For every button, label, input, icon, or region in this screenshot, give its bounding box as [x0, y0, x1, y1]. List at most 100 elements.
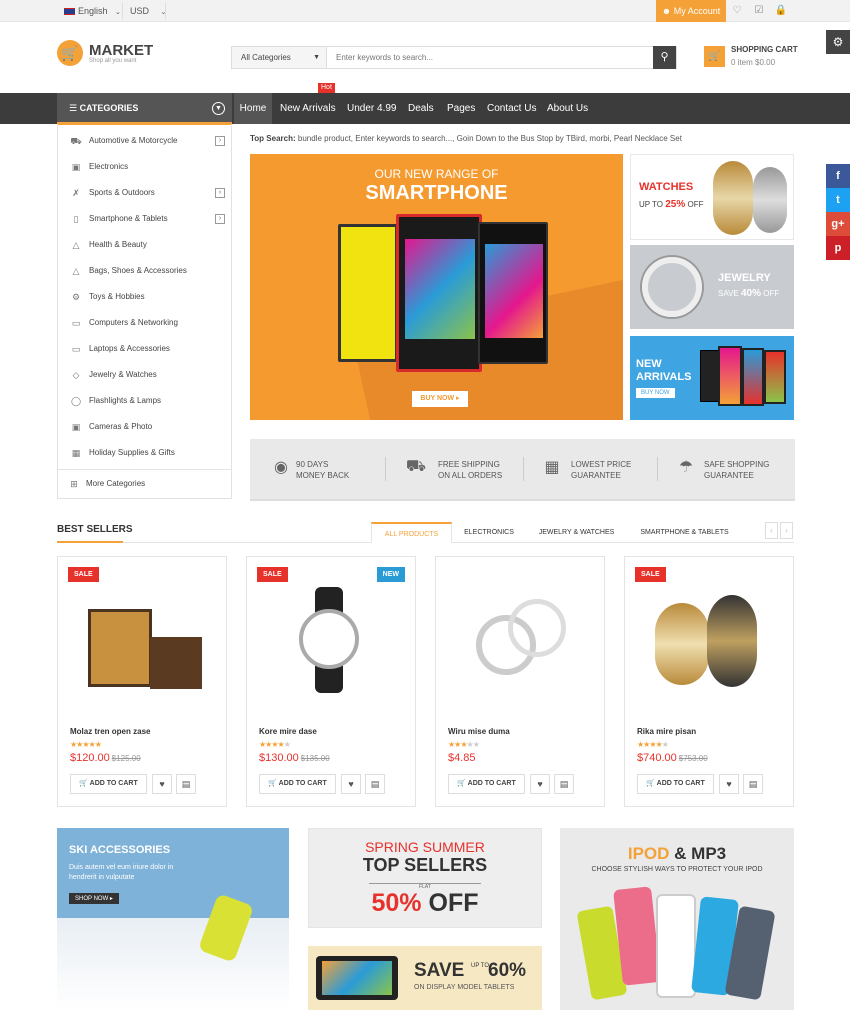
jewelry-banner[interactable]: JEWELRY SAVE 40% OFF [630, 245, 794, 329]
nav-about-us[interactable]: About Us [547, 93, 588, 124]
search-icon[interactable]: ⚲ [653, 46, 676, 69]
add-to-cart-button[interactable]: 🛒 ADD TO CART [259, 774, 336, 794]
nav-under-499[interactable]: Under 4.99 [347, 93, 396, 124]
compare-icon[interactable]: ▤ [365, 774, 385, 794]
nav-pages[interactable]: Pages [447, 93, 475, 124]
watches-banner[interactable]: WATCHES UP TO 25% OFF [630, 154, 794, 240]
nav-home[interactable]: Home [234, 93, 272, 124]
sale-badge: SALE [635, 567, 666, 582]
add-to-cart-button[interactable]: 🛒 ADD TO CART [637, 774, 714, 794]
carousel-prev-icon[interactable]: ‹ [765, 522, 778, 539]
more-categories-link[interactable]: ⊞ More Categories [58, 469, 231, 497]
ipod-title: IPOD & MP3 [560, 844, 794, 864]
google-plus-icon[interactable]: g+ [826, 212, 850, 236]
category-item-computers[interactable]: ▭ Computers & Networking [58, 310, 231, 336]
new-arrivals-buy-button[interactable]: BUY NOW [636, 388, 675, 398]
ski-accessories-banner[interactable]: SKI ACCESSORIES Duis autem vel eum iriur… [57, 828, 289, 1010]
compare-icon[interactable]: ▤ [743, 774, 763, 794]
slider-line2: SMARTPHONE [365, 182, 508, 204]
product-name[interactable]: Kore mire dase [259, 727, 317, 736]
product-card[interactable]: SALE Molaz tren open zase ★★★★★ $120.00 $… [57, 556, 227, 807]
add-to-cart-button[interactable]: 🛒 ADD TO CART [448, 774, 525, 794]
spring-pct: 50% [371, 889, 422, 917]
category-item-health[interactable]: △ Health & Beauty [58, 232, 231, 258]
facebook-icon[interactable]: f [826, 164, 850, 188]
product-name[interactable]: Rika mire pisan [637, 727, 696, 736]
new-arrivals-banner[interactable]: NEW ARRIVALS BUY NOW [630, 336, 794, 420]
old-price: $125.00 [111, 754, 141, 763]
category-item-automotive[interactable]: ⛟ Automotive & Motorcycle › [58, 128, 231, 154]
nav-deals[interactable]: Deals [408, 93, 434, 124]
settings-icon[interactable]: ⚙ [826, 30, 850, 54]
carousel-next-icon[interactable]: › [780, 522, 793, 539]
nav-contact-us[interactable]: Contact Us [487, 93, 536, 124]
add-to-cart-button[interactable]: 🛒 ADD TO CART [70, 774, 147, 794]
product-card[interactable]: SALE Rika mire pisan ★★★★★ $740.00 $753.0… [624, 556, 794, 807]
category-item-electronics[interactable]: ▣ Electronics [58, 154, 231, 180]
watch-face [299, 609, 359, 669]
ski-shop-now-button[interactable]: SHOP NOW ▸ [69, 893, 119, 904]
category-item-flashlights[interactable]: ◯ Flashlights & Lamps [58, 388, 231, 414]
tablet-upto: UP TO [471, 963, 490, 969]
spring-summer-banner[interactable]: SPRING SUMMER TOP SELLERS FLAT 50% OFF [308, 828, 542, 928]
lock-icon[interactable]: 🔒 [770, 0, 792, 22]
watch-image [713, 161, 753, 235]
top-search: Top Search: bundle product, Enter keywor… [250, 134, 682, 143]
category-item-smartphone[interactable]: ▯ Smartphone & Tablets › [58, 206, 231, 232]
compare-icon[interactable]: ▤ [554, 774, 574, 794]
wishlist-heart-icon[interactable]: ♥ [341, 774, 361, 794]
twitter-icon[interactable]: t [826, 188, 850, 212]
chevron-down-icon: ▼ [212, 102, 225, 115]
search-category-select[interactable]: All Categories ▼ [232, 47, 327, 68]
category-item-jewelry[interactable]: ◇ Jewelry & Watches [58, 362, 231, 388]
top-bar: English ⌄ USD ⌄ ☻ My Account ♡ ☑ 🔒 [0, 0, 850, 22]
logo-name[interactable]: MARKET [89, 42, 153, 59]
wishlist-heart-icon[interactable]: ♥ [530, 774, 550, 794]
product-name[interactable]: Wiru mise duma [448, 727, 510, 736]
heart-icon[interactable]: ♡ [726, 0, 748, 22]
cart-title[interactable]: SHOPPING CART [731, 45, 798, 54]
top-search-terms[interactable]: bundle product, Enter keywords to search… [298, 134, 682, 143]
category-item-toys[interactable]: ⚙ Toys & Hobbies [58, 284, 231, 310]
product-name[interactable]: Molaz tren open zase [70, 727, 150, 736]
phone-thumb [742, 348, 764, 406]
currency-selector[interactable]: USD ⌄ [130, 0, 166, 22]
my-account-button[interactable]: ☻ My Account [656, 0, 726, 22]
hero-slider[interactable]: OUR NEW RANGE OF SMARTPHONE BUY NOW ▸ [250, 154, 623, 420]
category-item-bags[interactable]: △ Bags, Shoes & Accessories [58, 258, 231, 284]
tab-jewelry-watches[interactable]: JEWELRY & WATCHES [530, 522, 623, 543]
product-card[interactable]: Wiru mise duma ★★★★★ $4.85 🛒 ADD TO CART… [435, 556, 605, 807]
slider-buy-now-button[interactable]: BUY NOW ▸ [412, 391, 468, 407]
language-selector[interactable]: English ⌄ [64, 0, 121, 22]
phone-icon: ▯ [73, 214, 79, 224]
compare-icon[interactable]: ▤ [176, 774, 196, 794]
wishlist-heart-icon[interactable]: ♥ [152, 774, 172, 794]
category-label: Cameras & Photo [89, 422, 153, 431]
ring-image [508, 599, 566, 657]
pinterest-icon[interactable]: p [826, 236, 850, 260]
tab-smartphone-tablets[interactable]: SMARTPHONE & TABLETS [632, 522, 737, 543]
wishlist-heart-icon[interactable]: ♥ [719, 774, 739, 794]
logo-cart-icon[interactable]: 🛒 [57, 40, 83, 66]
category-item-cameras[interactable]: ▣ Cameras & Photo [58, 414, 231, 440]
section-underline [57, 541, 123, 543]
cart-icon: 🛒 [79, 780, 88, 787]
checklist-icon[interactable]: ☑ [748, 0, 770, 22]
product-card[interactable]: SALE NEW Kore mire dase ★★★★★ $130.00 $13… [246, 556, 416, 807]
shopping-basket-icon[interactable]: 🛒 [704, 46, 725, 67]
category-item-laptops[interactable]: ▭ Laptops & Accessories [58, 336, 231, 362]
product-price: $120.00 $125.00 [70, 752, 141, 764]
chevron-right-icon: › [215, 214, 225, 224]
search-input[interactable] [328, 47, 654, 68]
toy-icon: ⚙ [71, 292, 81, 302]
category-item-sports[interactable]: ✗ Sports & Outdoors › [58, 180, 231, 206]
watches-title: WATCHES [639, 181, 694, 193]
nav-new-arrivals[interactable]: New Arrivals [280, 93, 336, 124]
category-item-holiday[interactable]: ▦ Holiday Supplies & Gifts [58, 440, 231, 466]
tab-electronics[interactable]: ELECTRONICS [456, 522, 522, 543]
ipod-mp3-banner[interactable]: IPOD & MP3 CHOOSE STYLISH WAYS TO PROTEC… [560, 828, 794, 1010]
categories-header[interactable]: ☰ CATEGORIES ▼ [57, 93, 232, 124]
tablet-sale-banner[interactable]: SAVE UP TO 60% ON DISPLAY MODEL TABLETS [308, 946, 542, 1010]
tab-all-products[interactable]: ALL PRODUCTS [371, 522, 452, 543]
old-price: $753.00 [678, 754, 708, 763]
